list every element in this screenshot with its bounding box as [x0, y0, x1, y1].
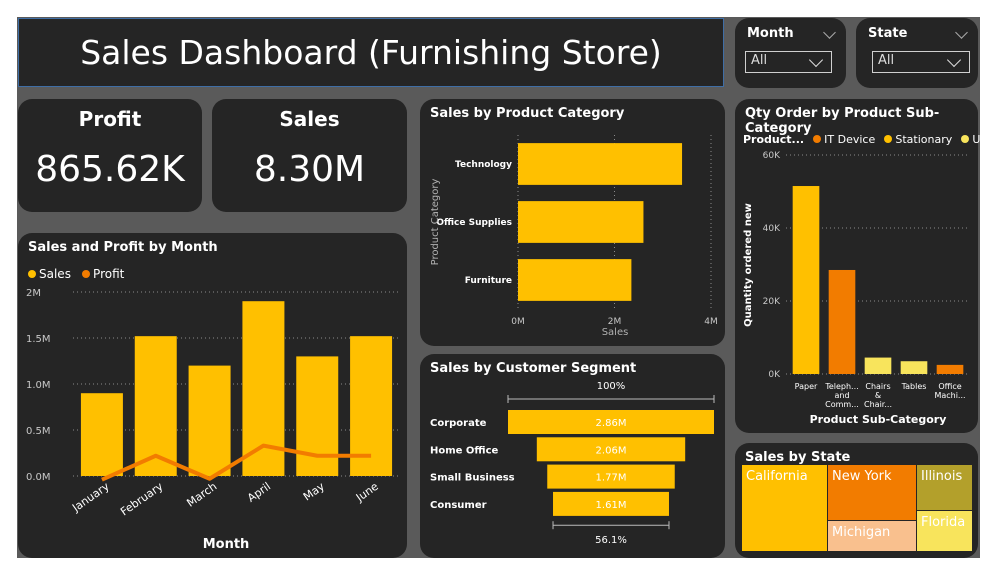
y-tick-label: Office Supplies [436, 218, 512, 228]
chevron-down-icon [946, 52, 962, 68]
chevron-down-icon [808, 52, 824, 68]
sales-by-state-title: Sales by State [745, 450, 851, 465]
profit-label: Profit [78, 107, 142, 131]
funnel-category-label: Small Business [430, 473, 515, 484]
x-tick-label: January [69, 480, 112, 515]
subcategory-bar [828, 269, 856, 374]
sales-profit-month-visual[interactable]: Sales and Profit by Month Sales Profit 0… [18, 233, 407, 558]
state-dropdown[interactable]: All [872, 51, 970, 73]
x-tick-label: Tables [901, 382, 927, 391]
x-tick-label: June [353, 480, 381, 505]
x-tick-label: 0M [511, 317, 525, 327]
state-slicer-label: State [868, 26, 908, 41]
state-dropdown-value: All [878, 53, 895, 68]
funnel-value-label: 2.86M [596, 418, 627, 429]
sales-customer-segment-visual[interactable]: Sales by Customer Segment 100% 2.86M Corpo… [420, 354, 725, 558]
funnel-bottom-percent: 56.1% [595, 535, 627, 546]
sales-by-state-visual[interactable]: Sales by State California New York Michi… [735, 443, 978, 558]
x-axis-title: Sales [602, 327, 629, 338]
subcategory-bar [792, 186, 820, 374]
sales-bar [80, 393, 123, 476]
sales-profit-month-chart: 0.0M 0.5M 1.0M 1.5M 2M January February March Ap… [26, 288, 398, 552]
x-tick-label: March [184, 480, 219, 510]
y-tick-label: 0.5M [26, 426, 51, 437]
sales-product-category-chart: 0M 2M 4M Technology Office Supplies Furniture… [430, 135, 718, 338]
x-tick-label: Chairs [865, 382, 890, 391]
x-tick-label: May [301, 480, 327, 504]
funnel-top-percent: 100% [597, 381, 626, 392]
funnel-value-label: 1.77M [596, 473, 627, 484]
month-dropdown-value: All [751, 53, 768, 68]
y-tick-label: 20K [763, 297, 781, 307]
x-tick-label: Comm... [825, 400, 859, 409]
funnel-category-label: Corporate [430, 418, 487, 429]
qty-order-subcategory-chart: 0K 20K 40K 60K Paper Teleph...andComm... Chair… [743, 151, 968, 426]
x-tick-label: Teleph... [824, 382, 858, 391]
state-treemap: California New York Michigan Illinois Fl… [742, 465, 972, 551]
treemap-cell-new-york[interactable]: New York [828, 465, 916, 520]
dashboard-title-text: Sales Dashboard (Furnishing Store) [80, 33, 662, 72]
x-tick-label: Chair... [864, 400, 892, 409]
x-axis-title: Product Sub-Category [810, 413, 947, 426]
treemap-cell-illinois[interactable]: Illinois [917, 465, 972, 510]
y-tick-label: Furniture [465, 276, 512, 286]
funnel-category-label: Consumer [430, 500, 487, 511]
month-dropdown[interactable]: All [745, 51, 832, 73]
month-slicer-label: Month [747, 26, 794, 41]
sales-customer-segment-chart: 100% 2.86M Corporate 2.06M Home Office 1.77M S… [430, 381, 715, 546]
x-tick-label: Machi... [934, 391, 965, 400]
y-tick-label: 40K [763, 224, 781, 234]
x-tick-label: Paper [795, 382, 818, 391]
sales-bar [188, 365, 231, 476]
x-tick-label: 4M [704, 317, 718, 327]
funnel-category-label: Home Office [430, 445, 499, 456]
y-tick-label: 1.0M [26, 380, 51, 391]
sales-value: 8.30M [253, 149, 366, 190]
x-tick-label: 2M [608, 317, 622, 327]
subcategory-bar [900, 361, 928, 374]
x-tick-label: and [834, 391, 849, 400]
qty-order-subcategory-visual[interactable]: Qty Order by Product Sub-Category Produc… [735, 99, 996, 433]
y-axis-title: Quantity ordered new [743, 203, 754, 327]
month-collapse-chevron-icon[interactable] [823, 26, 836, 39]
y-axis-title: Product Category [430, 179, 441, 266]
y-tick-label: 0.0M [26, 472, 51, 483]
x-tick-label: Office [938, 382, 961, 391]
state-collapse-chevron-icon[interactable] [955, 26, 968, 39]
y-tick-label: 1.5M [26, 334, 51, 345]
x-tick-label: April [245, 480, 273, 505]
x-tick-label: & [875, 391, 881, 400]
category-bar [518, 143, 683, 185]
y-tick-label: 2M [26, 288, 41, 299]
profit-card[interactable]: Profit 865.62K [18, 99, 202, 212]
funnel-value-label: 1.61M [596, 500, 627, 511]
subcategory-bar [936, 364, 964, 374]
month-slicer: Month All [735, 18, 846, 88]
y-tick-label: 60K [763, 151, 781, 161]
sales-bar [296, 356, 339, 476]
category-bar [518, 201, 644, 243]
state-slicer: State All [856, 18, 978, 88]
y-tick-label: Technology [455, 160, 512, 170]
treemap-cell-florida[interactable]: Florida [917, 511, 972, 551]
treemap-cell-michigan[interactable]: Michigan [828, 521, 916, 551]
funnel-value-label: 2.06M [596, 445, 627, 456]
dashboard-title: Sales Dashboard (Furnishing Store) [18, 18, 724, 87]
sales-label: Sales [279, 107, 340, 131]
subcategory-bar [864, 357, 892, 374]
x-axis-title: Month [203, 537, 250, 552]
x-tick-label: February [118, 480, 166, 519]
category-bar [518, 259, 632, 301]
y-tick-label: 0K [768, 370, 781, 380]
sales-product-category-visual[interactable]: Sales by Product Category 0M 2M 4M Technolo… [420, 99, 725, 346]
sales-card[interactable]: Sales 8.30M [212, 99, 407, 212]
profit-value: 865.62K [35, 149, 185, 190]
treemap-cell-california[interactable]: California [742, 465, 827, 551]
